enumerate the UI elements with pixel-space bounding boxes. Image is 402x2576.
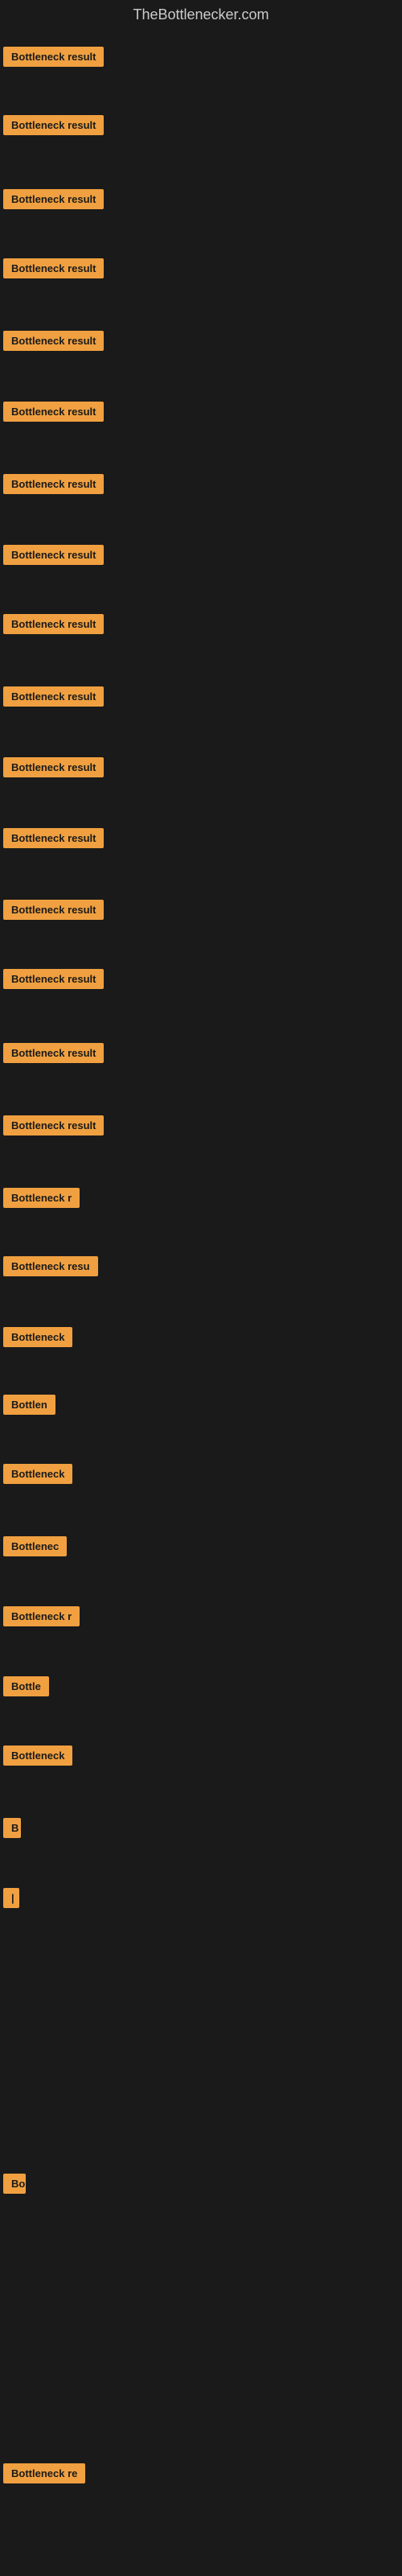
bottleneck-badge: Bottleneck result: [3, 969, 104, 989]
bottleneck-item: Bottleneck resu: [0, 1256, 98, 1280]
bottleneck-item: Bottleneck result: [0, 614, 104, 638]
bottleneck-badge: Bottleneck result: [3, 757, 104, 777]
bottleneck-badge: Bottleneck result: [3, 686, 104, 707]
bottleneck-item: Bottleneck re: [0, 2463, 85, 2487]
bottleneck-item: Bottleneck result: [0, 969, 104, 993]
bottleneck-item: |: [0, 1888, 19, 1912]
bottleneck-item: Bottlenec: [0, 1536, 67, 1560]
bottleneck-badge: Bottlenec: [3, 1536, 67, 1556]
bottleneck-item: Bottleneck result: [0, 331, 104, 355]
bottleneck-badge: Bottle: [3, 1676, 49, 1696]
site-title: TheBottlenecker.com: [0, 0, 402, 33]
bottleneck-badge: Bottleneck: [3, 1745, 72, 1766]
bottleneck-item: Bo: [0, 2174, 26, 2198]
bottleneck-item: Bottle: [0, 1676, 49, 1700]
bottleneck-badge: Bottleneck result: [3, 900, 104, 920]
bottleneck-badge: Bo: [3, 2174, 26, 2194]
bottleneck-item: Bottleneck result: [0, 189, 104, 213]
bottleneck-badge: Bottleneck result: [3, 189, 104, 209]
bottleneck-badge: Bottleneck result: [3, 1043, 104, 1063]
bottleneck-badge: Bottleneck result: [3, 614, 104, 634]
bottleneck-badge: B: [3, 1818, 21, 1838]
bottleneck-item: Bottleneck result: [0, 402, 104, 426]
bottleneck-item: Bottleneck r: [0, 1188, 80, 1212]
bottleneck-badge: Bottleneck: [3, 1327, 72, 1347]
bottleneck-item: Bottleneck result: [0, 47, 104, 71]
bottleneck-badge: Bottleneck result: [3, 828, 104, 848]
bottleneck-item: Bottleneck result: [0, 1115, 104, 1140]
bottleneck-item: Bottleneck result: [0, 474, 104, 498]
bottleneck-badge: Bottleneck r: [3, 1606, 80, 1626]
bottleneck-item: Bottlen: [0, 1395, 55, 1419]
bottleneck-badge: Bottleneck result: [3, 1115, 104, 1136]
bottleneck-item: B: [0, 1818, 21, 1842]
bottleneck-badge: Bottleneck resu: [3, 1256, 98, 1276]
bottleneck-badge: Bottleneck result: [3, 47, 104, 67]
bottleneck-badge: Bottleneck r: [3, 1188, 80, 1208]
bottleneck-item: Bottleneck result: [0, 828, 104, 852]
bottleneck-item: Bottleneck: [0, 1327, 72, 1351]
bottleneck-badge: Bottleneck result: [3, 545, 104, 565]
bottleneck-item: Bottleneck: [0, 1464, 72, 1488]
bottleneck-badge: Bottleneck re: [3, 2463, 85, 2483]
bottleneck-badge: Bottleneck result: [3, 402, 104, 422]
bottleneck-item: Bottleneck result: [0, 757, 104, 781]
bottleneck-badge: Bottleneck result: [3, 115, 104, 135]
bottleneck-item: Bottleneck: [0, 1745, 72, 1770]
bottleneck-item: Bottleneck r: [0, 1606, 80, 1630]
bottleneck-item: Bottleneck result: [0, 900, 104, 924]
bottleneck-badge: |: [3, 1888, 19, 1908]
bottleneck-badge: Bottleneck: [3, 1464, 72, 1484]
bottleneck-item: Bottleneck result: [0, 686, 104, 711]
bottleneck-item: Bottleneck result: [0, 258, 104, 282]
bottleneck-item: Bottleneck result: [0, 115, 104, 139]
bottleneck-badge: Bottleneck result: [3, 331, 104, 351]
bottleneck-badge: Bottleneck result: [3, 258, 104, 278]
bottleneck-badge: Bottlen: [3, 1395, 55, 1415]
bottleneck-badge: Bottleneck result: [3, 474, 104, 494]
bottleneck-item: Bottleneck result: [0, 545, 104, 569]
bottleneck-item: Bottleneck result: [0, 1043, 104, 1067]
